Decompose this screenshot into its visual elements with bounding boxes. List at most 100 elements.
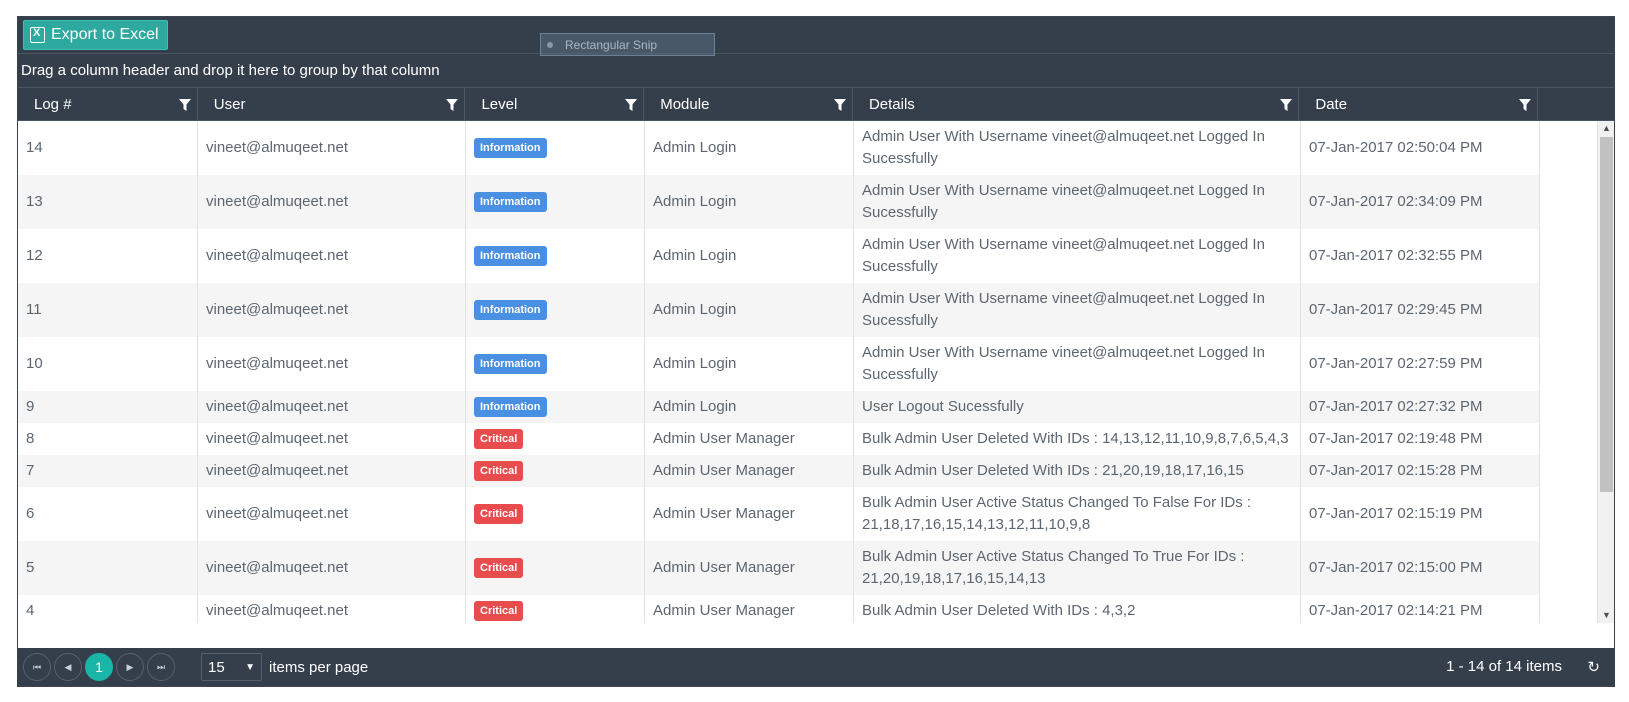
- column-header-level[interactable]: Level: [465, 88, 645, 120]
- level-badge: Information: [474, 192, 547, 212]
- module-cell: Admin Login: [645, 121, 854, 175]
- details-text: Admin User With Username vineet@almuqeet…: [862, 128, 1265, 167]
- details-text: Admin User With Username vineet@almuqeet…: [862, 290, 1265, 329]
- log-number-cell: 10: [18, 337, 198, 391]
- table-row[interactable]: 10 vineet@almuqeet.net Information Admin Lo…: [18, 337, 1540, 391]
- level-badge: Information: [474, 354, 547, 374]
- group-panel[interactable]: Drag a column header and drop it here to…: [18, 54, 1614, 88]
- column-header-label: Details: [868, 95, 915, 113]
- grid-toolbar: Export to Excel: [18, 17, 1614, 54]
- scroll-down-icon[interactable]: ▼: [1598, 608, 1614, 623]
- table-row[interactable]: 6 vineet@almuqeet.net Critical Admin User M…: [18, 487, 1540, 541]
- log-grid: Export to Excel Drag a column header and…: [17, 16, 1615, 687]
- details-cell: Bulk Admin User Deleted With IDs : 14,13…: [854, 423, 1301, 455]
- level-badge: Critical: [474, 461, 524, 481]
- date-cell: 07-Jan-2017 02:15:28 PM: [1301, 455, 1540, 487]
- filter-icon[interactable]: [446, 99, 459, 111]
- grid-header: Log # User Level Module Details Date: [18, 88, 1614, 121]
- log-number: 14: [26, 139, 43, 156]
- grid-rows: 14 vineet@almuqeet.net Information Admin Lo…: [18, 121, 1540, 623]
- user-email: vineet@almuqeet.net: [206, 602, 348, 619]
- header-scroll-spacer: [1538, 88, 1614, 120]
- column-header-label: Level: [481, 95, 518, 113]
- log-number-cell: 11: [18, 283, 198, 337]
- grid-pager: ⏮ ◀ 1 ▶ ⏭ 15 ▼ items per page 1 - 14 of …: [18, 648, 1614, 686]
- table-row[interactable]: 8 vineet@almuqeet.net Critical Admin User M…: [18, 423, 1540, 455]
- vertical-scrollbar[interactable]: ▲ ▼: [1597, 121, 1614, 623]
- table-row[interactable]: 9 vineet@almuqeet.net Information Admin Log…: [18, 391, 1540, 423]
- log-number-cell: 5: [18, 541, 198, 595]
- details-text: Bulk Admin User Deleted With IDs : 21,20…: [862, 462, 1244, 479]
- prev-page-icon[interactable]: ◀: [54, 653, 82, 681]
- export-to-excel-button[interactable]: Export to Excel: [23, 20, 168, 50]
- log-number-cell: 4: [18, 595, 198, 623]
- last-page-icon[interactable]: ⏭: [147, 653, 175, 681]
- column-header-date[interactable]: Date: [1299, 88, 1539, 120]
- details-text: Admin User With Username vineet@almuqeet…: [862, 182, 1265, 221]
- level-badge: Information: [474, 397, 547, 417]
- module-name: Admin Login: [653, 301, 737, 318]
- table-row[interactable]: 12 vineet@almuqeet.net Information Admin Lo…: [18, 229, 1540, 283]
- table-row[interactable]: 7 vineet@almuqeet.net Critical Admin User M…: [18, 455, 1540, 487]
- column-header-details[interactable]: Details: [853, 88, 1300, 120]
- module-cell: Admin User Manager: [645, 423, 854, 455]
- first-page-icon[interactable]: ⏮: [23, 653, 51, 681]
- details-cell: Admin User With Username vineet@almuqeet…: [854, 175, 1301, 229]
- date-cell: 07-Jan-2017 02:27:32 PM: [1301, 391, 1540, 423]
- filter-icon[interactable]: [1519, 99, 1532, 111]
- user-email: vineet@almuqeet.net: [206, 398, 348, 415]
- log-number-cell: 7: [18, 455, 198, 487]
- filter-icon[interactable]: [625, 99, 638, 111]
- date-cell: 07-Jan-2017 02:32:55 PM: [1301, 229, 1540, 283]
- column-header-log[interactable]: Log #: [18, 88, 198, 120]
- details-cell: Admin User With Username vineet@almuqeet…: [854, 229, 1301, 283]
- table-row[interactable]: 14 vineet@almuqeet.net Information Admin Lo…: [18, 121, 1540, 175]
- level-cell: Critical: [466, 487, 645, 541]
- date-cell: 07-Jan-2017 02:34:09 PM: [1301, 175, 1540, 229]
- date-text: 07-Jan-2017 02:14:21 PM: [1309, 602, 1483, 619]
- module-cell: Admin User Manager: [645, 487, 854, 541]
- log-number-cell: 9: [18, 391, 198, 423]
- date-text: 07-Jan-2017 02:29:45 PM: [1309, 301, 1483, 318]
- user-email: vineet@almuqeet.net: [206, 355, 348, 372]
- filter-icon[interactable]: [833, 99, 846, 111]
- date-cell: 07-Jan-2017 02:29:45 PM: [1301, 283, 1540, 337]
- log-number: 7: [26, 462, 35, 479]
- details-cell: Admin User With Username vineet@almuqeet…: [854, 337, 1301, 391]
- page-size-value: 15: [208, 658, 225, 676]
- chevron-down-icon: ▼: [245, 661, 255, 673]
- date-text: 07-Jan-2017 02:50:04 PM: [1309, 139, 1483, 156]
- filter-icon[interactable]: [1280, 99, 1293, 111]
- scroll-thumb[interactable]: [1600, 137, 1613, 492]
- date-text: 07-Jan-2017 02:32:55 PM: [1309, 247, 1483, 264]
- filter-icon[interactable]: [178, 99, 191, 111]
- refresh-icon[interactable]: ↻: [1587, 658, 1600, 676]
- date-text: 07-Jan-2017 02:27:32 PM: [1309, 398, 1483, 415]
- module-name: Admin Login: [653, 398, 737, 415]
- table-row[interactable]: 11 vineet@almuqeet.net Information Admin Lo…: [18, 283, 1540, 337]
- user-cell: vineet@almuqeet.net: [198, 229, 466, 283]
- column-header-user[interactable]: User: [198, 88, 466, 120]
- level-cell: Information: [466, 391, 645, 423]
- user-cell: vineet@almuqeet.net: [198, 595, 466, 623]
- page-number-button[interactable]: 1: [85, 653, 113, 681]
- user-email: vineet@almuqeet.net: [206, 559, 348, 576]
- log-number: 4: [26, 602, 35, 619]
- level-cell: Critical: [466, 455, 645, 487]
- module-cell: Admin User Manager: [645, 455, 854, 487]
- table-row[interactable]: 5 vineet@almuqeet.net Critical Admin User M…: [18, 541, 1540, 595]
- next-page-icon[interactable]: ▶: [116, 653, 144, 681]
- column-header-label: Module: [660, 95, 710, 113]
- level-cell: Critical: [466, 423, 645, 455]
- details-cell: Bulk Admin User Active Status Changed To…: [854, 541, 1301, 595]
- module-name: Admin User Manager: [653, 559, 795, 576]
- date-cell: 07-Jan-2017 02:27:59 PM: [1301, 337, 1540, 391]
- date-text: 07-Jan-2017 02:15:19 PM: [1309, 505, 1483, 522]
- table-row[interactable]: 4 vineet@almuqeet.net Critical Admin User M…: [18, 595, 1540, 623]
- date-cell: 07-Jan-2017 02:15:00 PM: [1301, 541, 1540, 595]
- scroll-up-icon[interactable]: ▲: [1598, 121, 1614, 136]
- table-row[interactable]: 13 vineet@almuqeet.net Information Admin Lo…: [18, 175, 1540, 229]
- column-header-module[interactable]: Module: [644, 88, 853, 120]
- page-size-select[interactable]: 15 ▼: [201, 653, 262, 681]
- user-cell: vineet@almuqeet.net: [198, 455, 466, 487]
